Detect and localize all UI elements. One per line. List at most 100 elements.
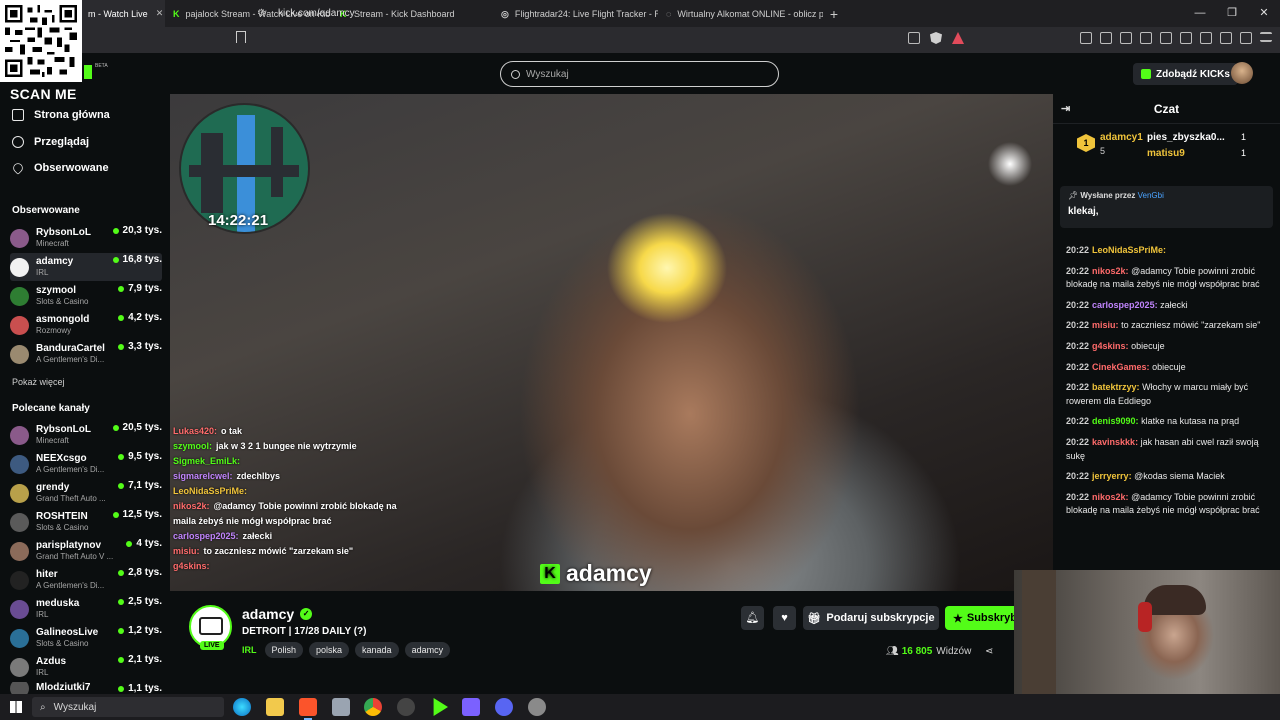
sidebar-icon[interactable] — [1160, 32, 1172, 44]
user-avatar[interactable] — [1231, 62, 1253, 84]
app-icon[interactable] — [462, 698, 480, 716]
tag-chip[interactable]: Polish — [264, 642, 304, 658]
recommended-channel[interactable]: RybsonLoL Minecraft 20,5 tys. — [10, 421, 162, 449]
following-channel-asmongold[interactable]: asmongold Rozmowy 4,2 tys. — [10, 311, 162, 339]
get-kicks-button[interactable]: Zdobądź KICKs — [1133, 63, 1238, 85]
msg-user[interactable]: denis9090: — [1092, 416, 1139, 426]
shield-icon[interactable] — [1240, 32, 1252, 44]
subscribe-button[interactable]: ★ Subskrybuj — [945, 606, 1025, 630]
brave-icon[interactable] — [299, 698, 317, 720]
msg-user[interactable]: nikos2k: — [1092, 492, 1129, 502]
pinned-message[interactable]: 📌︎ Wysłane przez VenGbi klekaj, — [1060, 186, 1273, 228]
msg-user[interactable]: g4skins: — [1092, 341, 1129, 351]
media-icon[interactable] — [1140, 32, 1152, 44]
avatar — [10, 454, 29, 474]
recommended-channel[interactable]: hiter A Gentlemen's Di... 2,8 tys. — [10, 566, 162, 594]
leader-name[interactable]: adamcy1 — [1100, 132, 1143, 143]
extensions-icon[interactable] — [1080, 32, 1092, 44]
msg-user[interactable]: CinekGames: — [1092, 362, 1150, 372]
msg-user[interactable]: jerryerry: — [1092, 471, 1132, 481]
nav-browse[interactable]: Przeglądaj — [12, 136, 89, 148]
gift-subs-button[interactable]: 🎁︎ Podaruj subskrypcje — [803, 606, 939, 630]
edge-icon[interactable] — [233, 698, 251, 716]
recommended-channel[interactable]: Azdus IRL 2,1 tys. — [10, 653, 162, 681]
tag-chip[interactable]: polska — [309, 642, 350, 658]
pinned-text: klekaj, — [1068, 206, 1099, 217]
msg-user[interactable]: carlospep2025: — [1092, 300, 1158, 310]
channel-name: RybsonLoL — [36, 424, 91, 435]
recommended-channel[interactable]: NEEXcsgo A Gentlemen's Di... 9,5 tys. — [10, 450, 162, 478]
pinned-by-user[interactable]: VenGbi — [1138, 191, 1164, 200]
site-settings-icon[interactable]: ⚙ — [257, 8, 266, 19]
obs-icon[interactable] — [397, 698, 415, 716]
msg-user[interactable]: kavinskkk: — [1092, 437, 1138, 447]
channel-name[interactable]: adamcy — [242, 606, 294, 622]
overlay-chat-text: o tak — [221, 426, 243, 436]
close-tab-icon[interactable]: ✕ — [156, 8, 164, 19]
kick-logo[interactable] — [84, 65, 92, 79]
steam-icon[interactable] — [528, 698, 546, 716]
share-icon[interactable] — [908, 32, 920, 44]
recommended-channel[interactable]: grendy Grand Theft Auto ... 7,1 tys. — [10, 479, 162, 507]
following-channel-adamcy[interactable]: adamcy IRL 16,8 tys. — [10, 253, 162, 281]
following-channel-szymool[interactable]: szymool Slots & Casino 7,9 tys. — [10, 282, 162, 310]
search-input[interactable]: Wyszukaj — [500, 61, 779, 87]
category-link[interactable]: IRL — [242, 645, 257, 655]
users-icon: 👥︎ — [886, 646, 899, 657]
tag-chip[interactable]: kanada — [355, 642, 399, 658]
rewards-icon[interactable] — [952, 32, 964, 44]
minimize-icon[interactable]: — — [1184, 0, 1216, 27]
app-icon[interactable] — [332, 698, 350, 716]
tag-chip[interactable]: adamcy — [404, 642, 451, 658]
toolbar-icons — [1080, 32, 1272, 44]
screenshot-icon[interactable] — [1100, 32, 1112, 44]
following-channel-banduracartel[interactable]: BanduraCartel A Gentlemen's Di... 3,3 tys… — [10, 340, 162, 368]
recommended-channel[interactable]: parisplatynov Grand Theft Auto V ... 4 ty… — [10, 537, 162, 565]
compass-icon — [12, 136, 24, 148]
taskbar-search[interactable]: ⌕ Wyszukaj — [32, 697, 224, 717]
nav-home[interactable]: Strona główna — [12, 109, 110, 121]
bookmark-icon[interactable] — [236, 31, 246, 43]
recommended-channel[interactable]: meduska IRL 2,5 tys. — [10, 595, 162, 623]
notification-bell-icon[interactable]: 🔔︎ — [741, 606, 764, 630]
msg-text: obiecuje — [1131, 340, 1165, 351]
collapse-chat-icon[interactable]: ⇥ — [1061, 94, 1070, 124]
wallet-icon[interactable] — [1180, 32, 1192, 44]
nav-following[interactable]: Obserwowane — [11, 161, 109, 175]
leader-count: 5 — [1100, 146, 1106, 156]
taskbar-search-placeholder: Wyszukaj — [53, 701, 97, 713]
viewer-count-value: 16 805 — [901, 646, 933, 657]
kick-icon: K — [173, 8, 180, 19]
close-window-icon[interactable]: ✕ — [1248, 0, 1280, 27]
webcam-person — [1144, 585, 1206, 615]
download-icon[interactable] — [1120, 32, 1132, 44]
windows-start-icon[interactable] — [10, 701, 22, 713]
brave-shield-icon[interactable] — [930, 32, 942, 44]
live-dot-icon — [118, 314, 125, 321]
chrome-icon[interactable] — [364, 698, 382, 716]
file-explorer-icon[interactable] — [266, 698, 284, 716]
recommended-channel[interactable]: ROSHTEIN Slots & Casino 12,5 tys. — [10, 508, 162, 536]
leader-name[interactable]: pies_zbyszka0... — [1147, 132, 1225, 143]
recommended-channel[interactable]: Mlodziutki7 1,1 tys. — [10, 682, 162, 694]
menu-icon[interactable] — [1260, 32, 1272, 42]
vpn-icon[interactable] — [1200, 32, 1212, 44]
channel-name: RybsonLoL — [36, 227, 91, 238]
recommended-channel[interactable]: GalineosLive Slots & Casino 1,2 tys. — [10, 624, 162, 652]
msg-user[interactable]: nikos2k: — [1092, 266, 1129, 276]
leader-name[interactable]: matisu9 — [1147, 148, 1185, 159]
leo-icon[interactable] — [1220, 32, 1232, 44]
following-channel-rybsonlol[interactable]: RybsonLoL Minecraft 20,3 tys. — [10, 224, 162, 252]
discord-icon[interactable] — [495, 698, 513, 716]
url-field[interactable]: ⚙ kick.com/adamcy — [257, 4, 977, 22]
msg-user[interactable]: LeoNidaSsPriMe: — [1092, 245, 1166, 255]
restore-icon[interactable]: ❐ — [1216, 0, 1248, 27]
msg-user[interactable]: batektrzyy: — [1092, 382, 1140, 392]
follow-heart-icon[interactable]: ♥ — [773, 606, 796, 630]
live-dot-icon — [118, 569, 125, 576]
share-icon[interactable]: ⋖ — [985, 646, 993, 657]
msg-user[interactable]: misiu: — [1092, 320, 1119, 330]
show-more-link[interactable]: Pokaż więcej — [12, 377, 65, 387]
chat-message: 20:22 g4skins: obiecuje — [1066, 340, 1274, 354]
video-player[interactable]: 14:22:21 Lukas420: o tak szymool: jak w 3 … — [170, 94, 1053, 591]
